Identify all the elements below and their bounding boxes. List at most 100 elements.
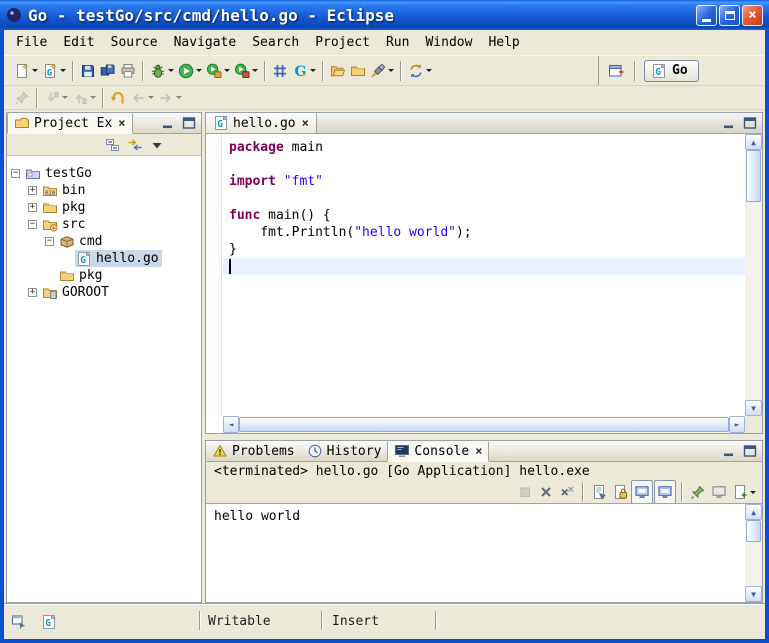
project-tree[interactable]: −testGo+010bin+pkg−src−cmdGhello.gopkg+G… [7, 155, 201, 602]
close-tab-icon[interactable]: × [302, 116, 309, 130]
run-last-launched-button[interactable] [204, 59, 232, 83]
save-all-button[interactable] [98, 59, 118, 83]
scrollbar-thumb[interactable] [746, 150, 761, 202]
tree-expander-plus-icon[interactable]: + [28, 288, 37, 297]
go-perspective-button[interactable]: G Go [644, 60, 699, 82]
menu-edit[interactable]: Edit [55, 32, 102, 53]
minimize-button[interactable] [696, 5, 717, 26]
editor-vertical-scrollbar[interactable]: ▲ ▼ [745, 134, 762, 416]
tab-console[interactable]: Console× [387, 441, 489, 462]
scrollbar-thumb[interactable] [746, 520, 761, 542]
display-selected-console-button[interactable] [709, 480, 729, 504]
titlebar[interactable]: Go - testGo/src/cmd/hello.go - Eclipse × [0, 0, 769, 30]
tree-item-pkg[interactable]: +pkg [7, 199, 201, 216]
annotation-ruler[interactable] [206, 134, 222, 416]
previous-annotation-button[interactable] [70, 86, 98, 110]
pin-editor-button[interactable] [12, 86, 32, 110]
view-menu-button[interactable] [147, 133, 167, 157]
last-edit-location-button[interactable] [108, 86, 128, 110]
tree-expander-minus-icon[interactable]: − [28, 220, 37, 229]
maximize-view-button[interactable] [179, 114, 199, 132]
new-wizard-button[interactable] [12, 59, 40, 83]
scrollbar-thumb[interactable] [239, 417, 729, 432]
tree-item-hello-go[interactable]: Ghello.go [7, 250, 201, 267]
menu-run[interactable]: Run [378, 32, 417, 53]
menu-navigate[interactable]: Navigate [166, 32, 245, 53]
code-line-current[interactable] [229, 258, 745, 275]
open-folder-button[interactable] [328, 59, 348, 83]
tree-expander-plus-icon[interactable]: + [28, 186, 37, 195]
scroll-right-button[interactable]: ► [729, 416, 745, 433]
open-perspective-button[interactable] [606, 59, 626, 83]
show-stdout-button[interactable] [631, 480, 653, 504]
maximize-button[interactable] [719, 5, 740, 26]
scroll-down-button[interactable]: ▼ [745, 586, 762, 602]
show-stderr-button[interactable] [654, 480, 676, 504]
remove-launch-button[interactable] [536, 480, 556, 504]
tab-history[interactable]: History [301, 441, 388, 461]
tree-expander-minus-icon[interactable]: − [11, 169, 20, 178]
print-button[interactable] [118, 59, 138, 83]
tree-item-pkg[interactable]: pkg [7, 267, 201, 284]
save-button[interactable] [78, 59, 98, 83]
code-line[interactable]: fmt.Println("hello world"); [229, 224, 745, 241]
console-vertical-scrollbar[interactable]: ▲ ▼ [745, 504, 762, 602]
tree-expander-plus-icon[interactable]: + [28, 203, 37, 212]
go-wizard-button[interactable]: G [290, 59, 318, 83]
close-tab-icon[interactable]: × [118, 116, 125, 130]
maximize-view-button[interactable] [740, 442, 760, 460]
close-button[interactable]: × [742, 5, 763, 26]
code-line[interactable]: } [229, 241, 745, 258]
new-go-element-button[interactable]: G [40, 59, 68, 83]
menu-help[interactable]: Help [480, 32, 527, 53]
pin-console-button[interactable] [688, 480, 708, 504]
menu-window[interactable]: Window [417, 32, 480, 53]
tab-project-explorer[interactable]: Project Ex × [7, 113, 133, 134]
close-tab-icon[interactable]: × [475, 444, 482, 458]
next-annotation-button[interactable] [42, 86, 70, 110]
code-line[interactable]: func main() { [229, 207, 745, 224]
minimize-view-button[interactable] [719, 442, 739, 460]
back-button[interactable] [128, 86, 156, 110]
clear-console-button[interactable] [589, 480, 609, 504]
tab-hello-go[interactable]: G hello.go × [206, 113, 317, 133]
remove-all-terminated-button[interactable] [557, 480, 577, 504]
search-button[interactable] [368, 59, 396, 83]
tree-item-src[interactable]: −src [7, 216, 201, 233]
tree-item-cmd[interactable]: −cmd [7, 233, 201, 250]
scroll-left-button[interactable]: ◄ [223, 416, 239, 433]
open-console-button[interactable] [730, 480, 758, 504]
minimize-view-button[interactable] [719, 114, 739, 132]
fast-view-button[interactable] [8, 611, 30, 633]
terminate-button[interactable] [515, 480, 535, 504]
tree-item-testgo[interactable]: −testGo [7, 165, 201, 182]
new-go-app-button[interactable] [270, 59, 290, 83]
scroll-lock-button[interactable] [610, 480, 630, 504]
tree-item-goroot[interactable]: +GOROOT [7, 284, 201, 301]
debug-button[interactable] [148, 59, 176, 83]
code-line[interactable] [229, 156, 745, 173]
synchronize-button[interactable] [406, 59, 434, 83]
console-output[interactable]: hello world ▲ ▼ [206, 503, 762, 602]
go-shortcut-button[interactable]: G [38, 611, 60, 633]
external-tools-button[interactable] [232, 59, 260, 83]
open-project-button[interactable] [348, 59, 368, 83]
menu-source[interactable]: Source [103, 32, 166, 53]
editor-horizontal-scrollbar[interactable]: ◄ ► [223, 416, 745, 433]
menu-search[interactable]: Search [244, 32, 307, 53]
collapse-all-button[interactable] [103, 133, 123, 157]
minimize-view-button[interactable] [158, 114, 178, 132]
tree-expander-minus-icon[interactable]: − [45, 237, 54, 246]
scroll-up-button[interactable]: ▲ [745, 504, 762, 520]
maximize-view-button[interactable] [740, 114, 760, 132]
scroll-up-button[interactable]: ▲ [745, 134, 762, 150]
tree-item-bin[interactable]: +010bin [7, 182, 201, 199]
code-line[interactable] [229, 190, 745, 207]
tab-problems[interactable]: Problems [206, 441, 301, 461]
run-button[interactable] [176, 59, 204, 83]
forward-button[interactable] [156, 86, 184, 110]
code-line[interactable]: package main [229, 139, 745, 156]
code-area[interactable]: package mainimport "fmt"func main() { fm… [223, 134, 745, 416]
menu-project[interactable]: Project [307, 32, 378, 53]
scroll-down-button[interactable]: ▼ [745, 400, 762, 416]
